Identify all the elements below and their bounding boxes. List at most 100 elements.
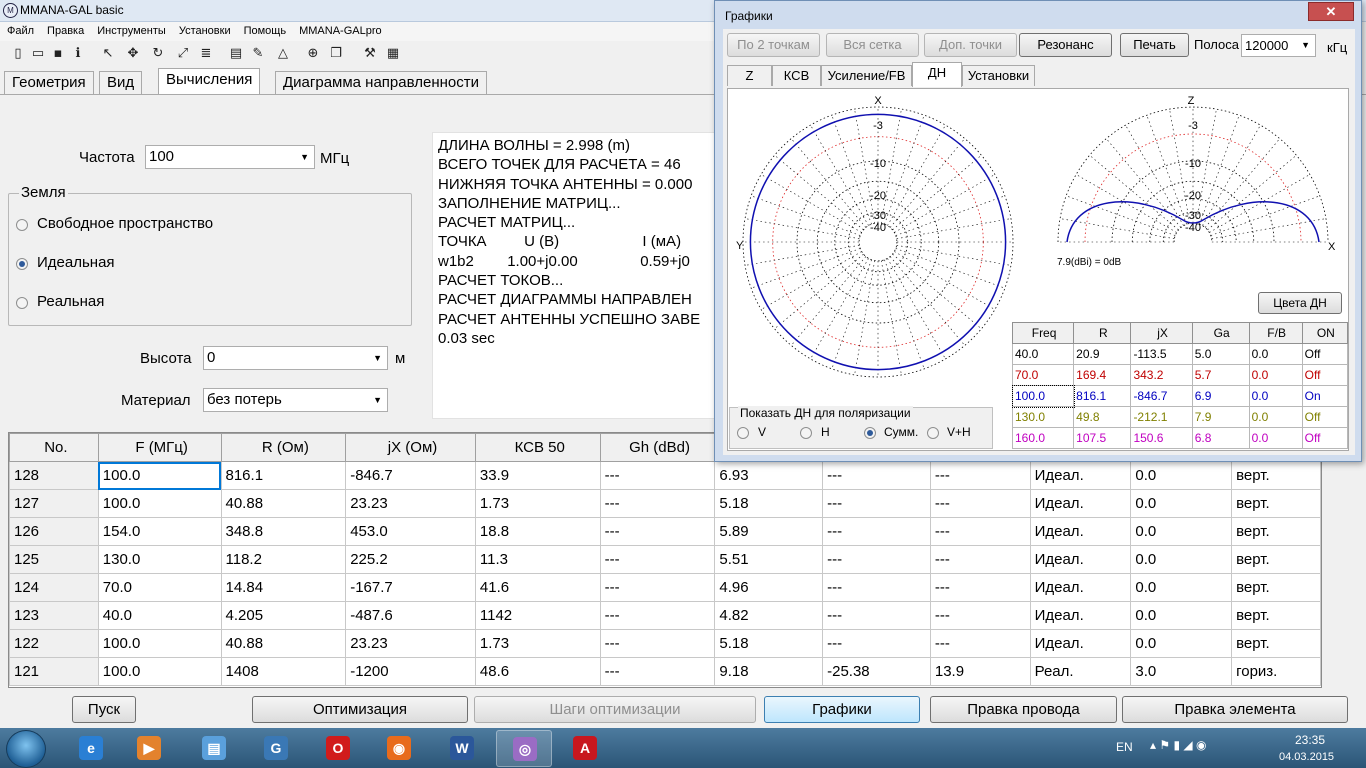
table-cell[interactable]: --- — [929, 629, 1031, 658]
table-cell[interactable]: --- — [822, 629, 931, 658]
table-cell[interactable]: --- — [599, 461, 716, 490]
taskbar-mmana-button[interactable]: ◎ — [496, 730, 552, 767]
table-cell[interactable]: верт. — [1231, 601, 1321, 630]
table-cell[interactable]: --- — [929, 517, 1031, 546]
menu-settings[interactable]: Установки — [172, 23, 237, 37]
pol-h-label[interactable]: H — [821, 425, 830, 439]
freq-cell[interactable]: 0.0 — [1248, 364, 1303, 386]
freq-cell[interactable]: Off — [1301, 343, 1349, 365]
freq-cell[interactable]: 7.9 — [1191, 406, 1250, 428]
table-cell[interactable]: 4.205 — [220, 601, 347, 630]
freq-cell[interactable]: 6.9 — [1191, 385, 1250, 407]
print-button[interactable]: Печать — [1120, 33, 1189, 57]
menu-edit[interactable]: Правка — [40, 23, 90, 37]
table-cell[interactable]: 1142 — [474, 601, 601, 630]
table-cell[interactable]: 11.3 — [474, 545, 601, 574]
freq-cell[interactable]: 6.8 — [1191, 427, 1250, 449]
pol-h-radio[interactable] — [800, 427, 812, 439]
table-cell[interactable]: --- — [822, 461, 931, 490]
table-cell[interactable]: --- — [599, 601, 716, 630]
taskbar-ie-button[interactable]: e — [63, 730, 119, 767]
table-cell[interactable]: --- — [599, 657, 716, 686]
band-combo[interactable]: 120000 ▼ — [1241, 34, 1316, 57]
table-row[interactable]: 124 70.0 14.84 -167.7 41.6 --- 4.96 --- --- Идеал… — [9, 573, 1321, 602]
table-cell[interactable]: 5.18 — [714, 629, 824, 658]
freq-cell[interactable]: 20.9 — [1073, 343, 1132, 365]
table-cell[interactable]: Идеал. — [1029, 601, 1132, 630]
gtab-swr[interactable]: КСВ — [772, 65, 821, 86]
freq-cell[interactable]: -212.1 — [1130, 406, 1193, 428]
menu-tools[interactable]: Инструменты — [90, 23, 172, 37]
pol-v-radio[interactable] — [737, 427, 749, 439]
table-row[interactable]: 126 154.0 348.8 453.0 18.8 --- 5.89 --- --- Идеал… — [9, 517, 1321, 546]
table-cell[interactable]: 118.2 — [220, 545, 347, 574]
table-cell[interactable]: 0.0 — [1130, 489, 1233, 518]
freq-cell[interactable]: 107.5 — [1073, 427, 1132, 449]
menu-pro[interactable]: MMANA-GALpro — [292, 23, 388, 37]
table-cell[interactable]: --- — [599, 489, 716, 518]
table-cell[interactable]: верт. — [1231, 545, 1321, 574]
triangle-icon[interactable]: △ — [275, 46, 291, 62]
language-indicator[interactable]: EN — [1116, 740, 1133, 754]
table-cell[interactable]: 0.0 — [1130, 573, 1233, 602]
table-cell[interactable]: 6.93 — [714, 461, 824, 490]
results-table[interactable]: No. F (МГц) R (Ом) jX (Ом) КСВ 50 Gh (dB… — [8, 432, 1322, 688]
by-two-points-button[interactable]: По 2 точкам — [727, 33, 820, 57]
table-cell[interactable]: 70.0 — [97, 573, 222, 602]
freq-cell[interactable]: 160.0 — [1011, 427, 1075, 449]
start-button[interactable]: Пуск — [72, 696, 136, 723]
table-cell[interactable]: 5.18 — [714, 489, 824, 518]
table-cell[interactable]: 121 — [9, 657, 99, 686]
table-cell[interactable]: 40.0 — [97, 601, 222, 630]
new-file-icon[interactable]: ▯ — [10, 46, 26, 62]
table-cell[interactable]: 33.9 — [474, 461, 601, 490]
target-icon[interactable]: ⊕ — [305, 46, 321, 62]
optimize-button[interactable]: Оптимизация — [252, 696, 468, 723]
col-no[interactable]: No. — [9, 433, 99, 462]
table-cell[interactable]: 18.8 — [474, 517, 601, 546]
ground-free-label[interactable]: Свободное пространство — [37, 215, 213, 232]
freq-row[interactable]: 160.0 107.5 150.6 6.8 0.0 Off — [1011, 427, 1349, 449]
gtab-z[interactable]: Z — [727, 65, 772, 86]
material-combo[interactable]: без потерь ▼ — [203, 388, 388, 412]
ground-ideal-label[interactable]: Идеальная — [37, 254, 115, 271]
graphs-button[interactable]: Графики — [764, 696, 920, 723]
table-cell[interactable]: 40.88 — [220, 629, 347, 658]
full-grid-button[interactable]: Вся сетка — [826, 33, 919, 57]
table-cell[interactable]: 41.6 — [474, 573, 601, 602]
freq-row[interactable]: 70.0 169.4 343.2 5.7 0.0 Off — [1011, 364, 1349, 386]
table-cell[interactable]: --- — [822, 601, 931, 630]
table-cell[interactable]: --- — [822, 517, 931, 546]
table-cell[interactable]: 9.18 — [714, 657, 824, 686]
table-cell[interactable]: Идеал. — [1029, 517, 1132, 546]
table-cell[interactable]: 816.1 — [220, 461, 347, 490]
table-cell[interactable]: -1200 — [345, 657, 476, 686]
taskbar-pdf-button[interactable]: A — [557, 730, 613, 767]
pol-v-label[interactable]: V — [758, 425, 766, 439]
freq-row[interactable]: 130.0 49.8 -212.1 7.9 0.0 Off — [1011, 406, 1349, 428]
table-cell[interactable]: Идеал. — [1029, 461, 1132, 490]
table-cell[interactable]: 127 — [9, 489, 99, 518]
table-cell[interactable]: 100.0 — [97, 629, 222, 658]
table-cell[interactable]: Идеал. — [1029, 545, 1132, 574]
edit-icon[interactable]: ✎ — [250, 46, 266, 62]
table-cell[interactable]: 0.0 — [1130, 517, 1233, 546]
optimization-steps-button[interactable]: Шаги оптимизации — [474, 696, 756, 723]
taskbar-opera-button[interactable]: O — [310, 730, 366, 767]
table-cell[interactable]: 225.2 — [345, 545, 476, 574]
table-row[interactable]: 128 100.0 816.1 -846.7 33.9 --- 6.93 --- --- Идеа… — [9, 461, 1321, 490]
pattern-colors-button[interactable]: Цвета ДН — [1258, 292, 1342, 314]
table-cell[interactable]: --- — [599, 545, 716, 574]
pol-vh-radio[interactable] — [927, 427, 939, 439]
document-icon[interactable]: ▤ — [228, 46, 244, 62]
freq-cell[interactable]: On — [1301, 385, 1349, 407]
table-cell[interactable]: --- — [599, 573, 716, 602]
table-cell[interactable]: Идеал. — [1029, 489, 1132, 518]
freq-cell[interactable]: -846.7 — [1130, 385, 1193, 407]
table-cell[interactable]: Реал. — [1029, 657, 1132, 686]
col-freq[interactable]: F (МГц) — [97, 433, 222, 462]
table-cell[interactable]: --- — [929, 573, 1031, 602]
pol-sum-radio[interactable] — [864, 427, 876, 439]
freq-cell[interactable]: 49.8 — [1073, 406, 1132, 428]
table-cell[interactable]: 23.23 — [345, 629, 476, 658]
